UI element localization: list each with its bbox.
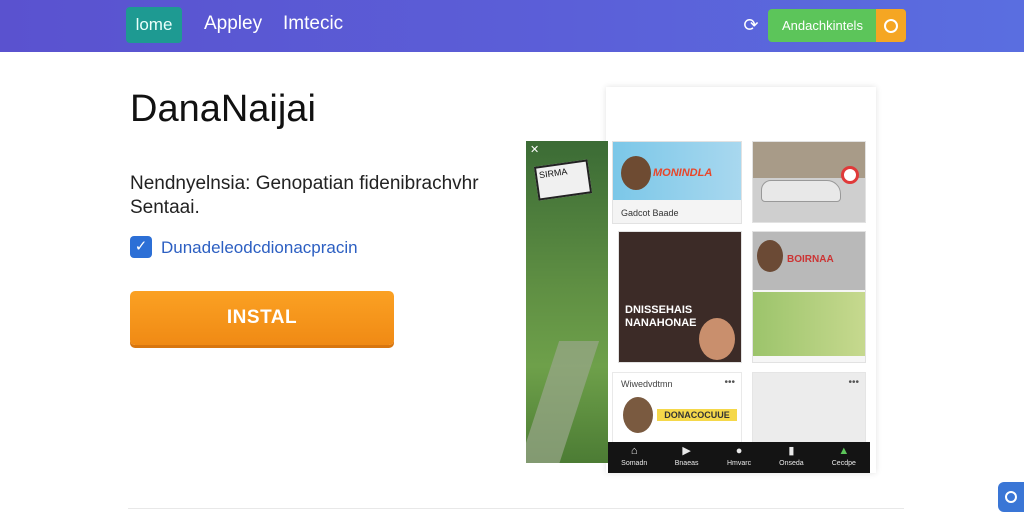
- tile-highlight: DONACOCUUE: [657, 409, 737, 421]
- refresh-icon[interactable]: ⟳: [740, 14, 762, 36]
- preview-tile: •••: [752, 372, 866, 444]
- agree-checkbox[interactable]: ✓: [130, 236, 152, 258]
- library-icon: ▮ Onseda: [765, 442, 817, 473]
- bottom-nav-glyph: ▶: [682, 445, 691, 457]
- tile-image: [753, 292, 865, 356]
- more-icon: •••: [848, 377, 859, 388]
- chat-icon: [1005, 491, 1017, 503]
- install-button[interactable]: INSTAL: [130, 291, 394, 345]
- tile-caption: Wiwedvdtmn: [621, 379, 673, 389]
- close-icon: ✕: [530, 144, 540, 156]
- badge-icon: [841, 166, 859, 184]
- tile-overlay-text: DNISSEHAIS NANAHONAE: [625, 304, 697, 329]
- car-image: [761, 180, 841, 202]
- preview-tile: DNISSEHAIS NANAHONAE: [618, 231, 742, 363]
- tile-caption: BOIRNAA: [787, 254, 834, 265]
- app-description: Nendnyelnsia: Genopatian fidenibrachvhr …: [130, 173, 479, 218]
- preview-tile: Wiwedvdtmn ••• DONACOCUUE: [612, 372, 742, 444]
- bottom-nav-glyph: ⌂: [630, 445, 638, 457]
- preview-path: [526, 341, 600, 463]
- play-icon: ▶ Bnaeas: [660, 442, 712, 473]
- preview-tile: [752, 141, 866, 223]
- avatar: [623, 397, 653, 433]
- preview-sign: SIRMA: [533, 159, 593, 201]
- preview-bottom-nav: ⌂ Somadn ▶ Bnaeas ● Hmvarc ▮ Onseda ▲ Ce…: [608, 442, 870, 473]
- tile-banner-text: MONINDLA: [653, 167, 713, 179]
- bottom-nav-label: Cecdpe: [831, 460, 856, 467]
- avatar: [699, 318, 735, 360]
- home-icon: ⌂ Somadn: [608, 442, 660, 473]
- search-icon[interactable]: [876, 9, 906, 42]
- bottom-nav-label: Bnaeas: [674, 460, 699, 467]
- nav-integrations-link[interactable]: Imtecic: [283, 13, 343, 35]
- nav-home-tab[interactable]: lome: [126, 7, 182, 43]
- bottom-nav-label: Hmvarc: [726, 460, 752, 467]
- avatar: [757, 240, 783, 272]
- header-cta-label: Andachkintels: [782, 18, 863, 33]
- bottom-nav-glyph: ▮: [788, 445, 795, 457]
- agree-checkbox-label[interactable]: Dunadeleodcdionacpracin: [161, 238, 358, 258]
- page-title: DanaNaijai: [130, 88, 316, 130]
- help-chat-button[interactable]: [998, 482, 1024, 512]
- header-cta-button[interactable]: Andachkintels: [768, 9, 906, 42]
- top-navigation-bar: lome Appley Imtecic ⟳ Andachkintels: [0, 0, 1024, 52]
- tile-caption: Gadcot Baade: [621, 208, 679, 218]
- footer-divider: [128, 508, 904, 509]
- bottom-nav-label: Somadn: [621, 460, 648, 467]
- preview-tile: BOIRNAA: [752, 231, 866, 363]
- avatar: [621, 156, 651, 190]
- bottom-nav-glyph: ▲: [838, 445, 850, 457]
- bottom-nav-glyph: ●: [735, 445, 743, 457]
- more-icon: •••: [724, 377, 735, 388]
- nav-apps-link[interactable]: Appley: [204, 13, 262, 35]
- preview-tile: MONINDLA Gadcot Baade: [612, 141, 742, 224]
- chat-icon: ● Hmvarc: [713, 442, 765, 473]
- preview-left-phone: SIRMA: [526, 141, 608, 463]
- profile-icon: ▲ Cecdpe: [818, 442, 870, 473]
- bottom-nav-label: Onseda: [779, 460, 804, 467]
